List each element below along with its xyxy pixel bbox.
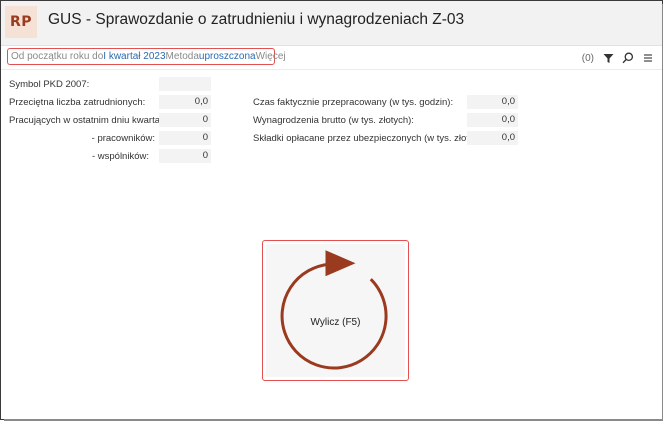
avg-employed-label: Przeciętna liczba zatrudnionych:: [9, 97, 146, 108]
employees-field[interactable]: 0: [159, 131, 211, 145]
divider: [1, 69, 662, 70]
pkd-label: Symbol PKD 2007:: [9, 79, 90, 90]
toolbar: (0): [582, 52, 654, 64]
calculate-label: Wylicz (F5): [310, 317, 361, 328]
more-link[interactable]: Więcej: [256, 51, 286, 62]
filter-icon[interactable]: [602, 52, 614, 64]
last-day-label: Pracujących w ostatnim dniu kwartału:: [9, 115, 171, 126]
contrib-label: Składki opłacane przez ubezpieczonych (w…: [253, 133, 490, 144]
app-logo: RP: [5, 6, 37, 38]
window: RP GUS - Sprawozdanie o zatrudnieniu i w…: [0, 0, 663, 421]
filter-prefix: Od początku roku do: [11, 51, 104, 62]
filter-bar[interactable]: Od początku roku do I kwartał 2023 Metod…: [7, 48, 286, 65]
partners-label: - wspólników:: [91, 151, 149, 162]
gross-label: Wynagrodzenia brutto (w tys. złotych):: [253, 115, 414, 126]
method-label: Metoda: [165, 51, 199, 62]
refresh-cycle-icon: [280, 250, 388, 370]
contrib-field[interactable]: 0,0: [467, 131, 518, 145]
pkd-field[interactable]: [159, 77, 211, 91]
calculate-button[interactable]: Wylicz (F5): [262, 240, 409, 381]
period-link[interactable]: I kwartał 2023: [103, 51, 165, 62]
calculate-button-face: Wylicz (F5): [266, 244, 405, 377]
filter-count: (0): [581, 52, 594, 64]
partners-field[interactable]: 0: [159, 149, 211, 163]
gross-field[interactable]: 0,0: [467, 113, 518, 127]
page-title: GUS - Sprawozdanie o zatrudnieniu i wyna…: [48, 11, 465, 28]
method-link[interactable]: uproszczona: [199, 51, 256, 62]
employees-label: - pracowników:: [91, 133, 155, 144]
last-day-field[interactable]: 0: [159, 113, 211, 127]
menu-icon[interactable]: [642, 52, 654, 64]
header: RP GUS - Sprawozdanie o zatrudnieniu i w…: [1, 1, 662, 46]
avg-employed-field[interactable]: 0,0: [159, 95, 211, 109]
hours-label: Czas faktycznie przepracowany (w tys. go…: [253, 97, 454, 108]
search-icon[interactable]: [622, 52, 634, 64]
hours-field[interactable]: 0,0: [467, 95, 518, 109]
